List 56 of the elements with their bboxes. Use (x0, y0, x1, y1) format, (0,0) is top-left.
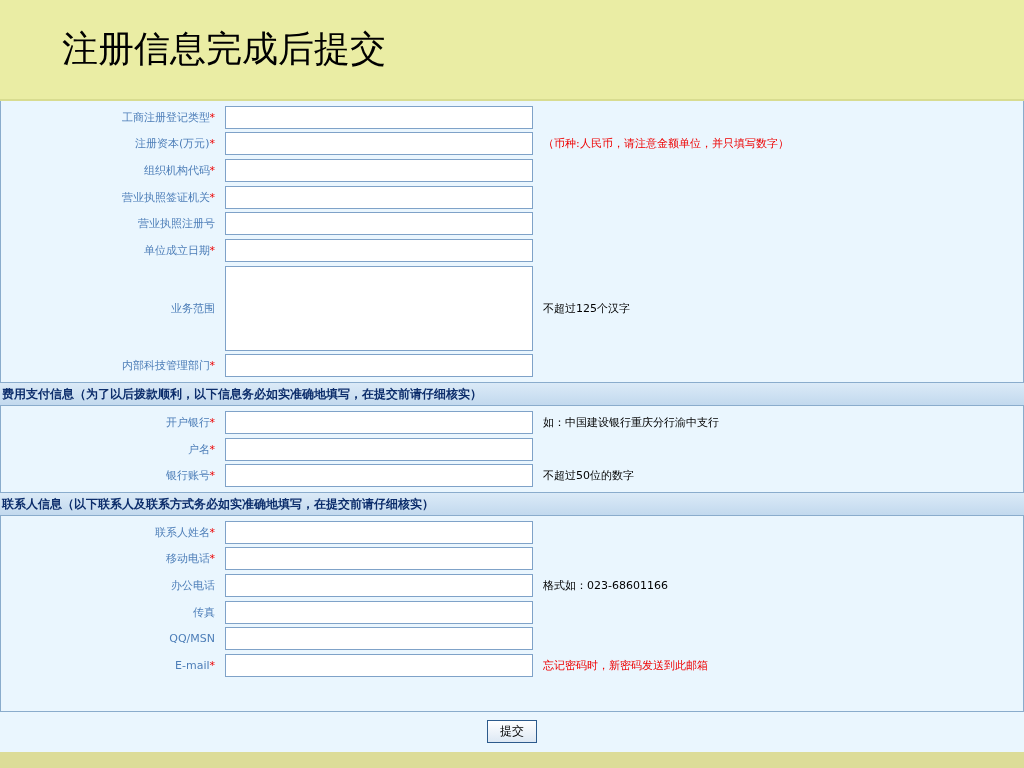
input-field[interactable] (225, 547, 533, 571)
required-mark: * (209, 164, 215, 177)
field-label: 工商注册登记类型 (121, 110, 210, 124)
field-label: 业务范围 (171, 301, 215, 315)
input-field[interactable] (225, 132, 533, 156)
input-field[interactable] (225, 212, 533, 236)
text-area[interactable] (225, 265, 533, 351)
field-label: 注册资本(万元) (134, 137, 210, 151)
field-label: 单位成立日期 (143, 243, 210, 257)
required-mark: * (209, 137, 215, 151)
required-mark: * (209, 525, 215, 539)
required-mark: * (209, 110, 215, 124)
field-hint: 如：中国建设银行重庆分行渝中支行 (543, 414, 719, 430)
input-field[interactable] (225, 354, 533, 378)
field-label: E-mail (175, 658, 210, 672)
section-header: 费用支付信息（为了以后拨款顺利，以下信息务必如实准确地填写，在提交前请仔细核实） (0, 382, 1024, 407)
section-header: 联系人信息（以下联系人及联系方式务必如实准确地填写，在提交前请仔细核实） (0, 491, 1024, 516)
submit-button[interactable]: 提交 (487, 720, 537, 744)
field-label: 户名 (187, 442, 210, 456)
input-field[interactable] (225, 437, 533, 461)
field-label: 银行账号 (165, 469, 210, 483)
input-field[interactable] (225, 653, 533, 677)
field-hint: 不超过125个汉字 (543, 300, 630, 316)
input-field[interactable] (225, 105, 533, 129)
required-mark: * (209, 658, 215, 672)
slide-title: 注册信息完成后提交 (62, 27, 386, 71)
field-label: 组织机构代码 (143, 164, 210, 177)
field-hint: 格式如：023-68601166 (543, 577, 668, 593)
field-hint: 不超过50位的数字 (543, 468, 634, 484)
input-field[interactable] (225, 600, 533, 624)
field-label: 开户银行 (165, 415, 210, 429)
required-mark: * (209, 442, 215, 456)
required-mark: * (209, 359, 215, 373)
required-mark: * (209, 469, 215, 483)
field-hint: 忘记密码时，新密码发送到此邮箱 (543, 657, 708, 673)
field-label: 内部科技管理部门 (121, 359, 210, 373)
field-label: 移动电话 (165, 552, 210, 566)
field-label: 营业执照签证机关 (121, 190, 210, 204)
input-field[interactable] (225, 520, 533, 544)
required-mark: * (209, 552, 215, 566)
input-field[interactable] (225, 464, 533, 488)
field-hint: （币种:人民币，请注意金额单位，并只填写数字） (543, 136, 789, 152)
input-field[interactable] (225, 185, 533, 209)
field-label: 传真 (193, 605, 215, 619)
field-label: QQ/MSN (169, 632, 215, 646)
field-label: 营业执照注册号 (138, 217, 215, 231)
input-field[interactable] (225, 627, 533, 651)
required-mark: * (209, 415, 215, 429)
field-label: 办公电话 (171, 578, 215, 592)
input-field[interactable] (225, 159, 533, 182)
input-field[interactable] (225, 573, 533, 597)
input-field[interactable] (225, 238, 533, 262)
required-mark: * (209, 243, 215, 257)
required-mark: * (209, 190, 215, 204)
field-label: 联系人姓名 (154, 525, 210, 539)
input-field[interactable] (225, 410, 533, 434)
